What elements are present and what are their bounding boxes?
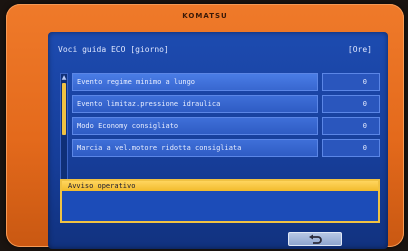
monitor-bezel: KOMATSU Voci guida ECO [giorno] [Ore] ▲ … — [6, 4, 404, 249]
table-row[interactable]: Evento limitaz.pressione idraulica 0 — [72, 95, 380, 113]
return-arrow-icon — [309, 234, 322, 244]
back-button[interactable] — [288, 232, 342, 246]
row-label: Evento regime minimo a lungo — [72, 73, 318, 91]
screen-header: Voci guida ECO [giorno] [Ore] — [56, 44, 380, 55]
operational-notice-panel: Avviso operativo — [60, 179, 380, 223]
monitor-screen: Voci guida ECO [giorno] [Ore] ▲ ▼ Evento… — [48, 32, 388, 249]
row-value: 0 — [322, 95, 380, 113]
row-value: 0 — [322, 73, 380, 91]
row-value: 0 — [322, 117, 380, 135]
row-value: 0 — [322, 139, 380, 157]
table-row[interactable]: Modo Economy consigliato 0 — [72, 117, 380, 135]
unit-label: [Ore] — [347, 45, 372, 54]
scroll-up-icon[interactable]: ▲ — [61, 74, 67, 82]
scroll-thumb[interactable] — [62, 83, 66, 135]
brand-logo: KOMATSU — [182, 12, 228, 20]
row-label: Evento limitaz.pressione idraulica — [72, 95, 318, 113]
table-row[interactable]: Evento regime minimo a lungo 0 — [72, 73, 380, 91]
row-label: Marcia a vel.motore ridotta consigliata — [72, 139, 318, 157]
page-title: Voci guida ECO [giorno] — [58, 45, 169, 54]
table-row[interactable]: Marcia a vel.motore ridotta consigliata … — [72, 139, 380, 157]
notice-title: Avviso operativo — [62, 181, 378, 191]
row-label: Modo Economy consigliato — [72, 117, 318, 135]
